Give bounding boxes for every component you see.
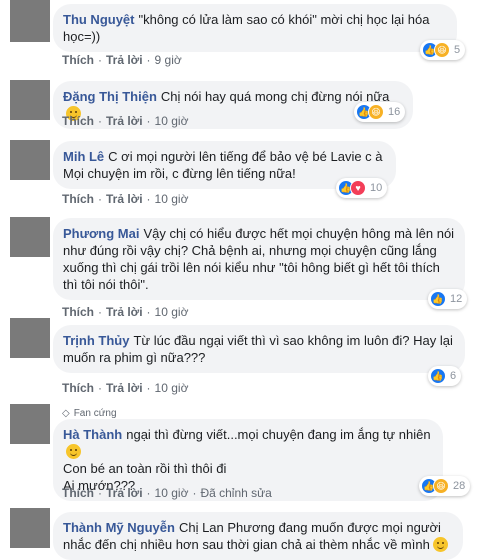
comment-text-line: ngại thì đừng viết...mọi chuyện đang im …	[126, 427, 431, 442]
smiley-emoji-icon	[432, 537, 448, 552]
reply-link[interactable]: Trả lời	[106, 381, 143, 395]
reply-link[interactable]: Trả lời	[106, 192, 143, 206]
laughing-face-icon: 😆	[368, 104, 384, 120]
comment-actions: Thích · Trả lời · 10 giờ	[62, 305, 189, 319]
timestamp[interactable]: 10 giờ	[155, 305, 189, 319]
reply-link[interactable]: Trả lời	[106, 486, 143, 500]
comment-text-line: Con bé an toàn rồi thì thôi đi	[63, 461, 227, 476]
comment-bubble: Trịnh Thủy Từ lúc đầu ngại viết thì vì sa…	[53, 325, 465, 373]
reaction-summary[interactable]: 👍 ♥ 10	[336, 178, 388, 198]
reaction-count: 12	[450, 293, 463, 305]
reaction-count: 5	[454, 44, 461, 56]
comment-actions: Thích · Trả lời · 9 giờ	[62, 53, 182, 67]
diamond-icon: ◇	[62, 408, 70, 419]
comment-text: C ơi mọi người lên tiếng để bảo vệ bé La…	[63, 149, 383, 181]
avatar[interactable]	[10, 0, 50, 42]
avatar[interactable]	[10, 404, 50, 444]
commenter-name[interactable]: Thu Nguyệt	[63, 12, 135, 27]
comment-bubble: Phương Mai Vậy chị có hiểu được hết mọi c…	[53, 218, 465, 300]
comment-bubble: Thu Nguyệt "không có lửa làm sao có khói"…	[53, 4, 457, 52]
like-link[interactable]: Thích	[62, 192, 94, 206]
avatar[interactable]	[10, 217, 50, 257]
reaction-summary[interactable]: 👍 6	[428, 366, 462, 386]
timestamp[interactable]: 10 giờ	[155, 192, 189, 206]
avatar[interactable]	[10, 508, 50, 548]
reply-link[interactable]: Trả lời	[106, 53, 143, 67]
thumbs-up-icon: 👍	[430, 291, 446, 307]
comment-actions: Thích · Trả lời · 10 giờ	[62, 192, 189, 206]
like-link[interactable]: Thích	[62, 486, 94, 500]
badge-label: Fan cứng	[73, 408, 117, 419]
avatar[interactable]	[10, 80, 50, 120]
comment-actions: Thích · Trả lời · 10 giờ	[62, 114, 189, 128]
avatar[interactable]	[10, 140, 50, 180]
reaction-summary[interactable]: 👍 😆 16	[354, 102, 406, 122]
laughing-face-icon: 😆	[434, 42, 450, 58]
comment-bubble: Thành Mỹ Nguyễn Chị Lan Phương đang muốn …	[53, 512, 463, 560]
reaction-summary[interactable]: 👍 😆 5	[420, 40, 466, 60]
reaction-count: 10	[370, 182, 383, 194]
reaction-count: 28	[453, 480, 466, 492]
comment-actions: Thích · Trả lời · 10 giờ	[62, 381, 189, 395]
edited-label[interactable]: Đã chỉnh sửa	[200, 486, 271, 500]
reply-link[interactable]: Trả lời	[106, 305, 143, 319]
avatar[interactable]	[10, 318, 50, 358]
timestamp[interactable]: 10 giờ	[155, 381, 189, 395]
like-link[interactable]: Thích	[62, 305, 94, 319]
reaction-summary[interactable]: 👍 😆 28	[419, 476, 471, 496]
commenter-name[interactable]: Hà Thành	[63, 427, 122, 442]
laughing-face-icon: 😆	[433, 478, 449, 494]
commenter-name[interactable]: Đặng Thị Thiện	[63, 89, 157, 104]
reaction-count: 16	[388, 106, 401, 118]
like-link[interactable]: Thích	[62, 114, 94, 128]
timestamp[interactable]: 9 giờ	[155, 53, 182, 67]
smiley-emoji-icon	[66, 444, 81, 459]
timestamp[interactable]: 10 giờ	[155, 114, 189, 128]
timestamp[interactable]: 10 giờ	[155, 486, 189, 500]
comment-actions: Thích · Trả lời · 10 giờ · Đã chỉnh sửa	[62, 486, 272, 500]
comment-text: Chị nói hay quá mong chị đừng nói nữa	[160, 89, 390, 104]
commenter-name[interactable]: Thành Mỹ Nguyễn	[63, 520, 175, 535]
commenter-name[interactable]: Phương Mai	[63, 226, 139, 241]
reaction-count: 6	[450, 370, 457, 382]
like-link[interactable]: Thích	[62, 53, 94, 67]
thumbs-up-icon: 👍	[430, 368, 446, 384]
commenter-name[interactable]: Mih Lê	[63, 149, 104, 164]
heart-icon: ♥	[350, 180, 366, 196]
commenter-name[interactable]: Trịnh Thủy	[63, 333, 129, 348]
reaction-summary[interactable]: 👍 12	[428, 289, 468, 309]
like-link[interactable]: Thích	[62, 381, 94, 395]
fan-badge: ◇ Fan cứng	[62, 408, 117, 419]
reply-link[interactable]: Trả lời	[106, 114, 143, 128]
